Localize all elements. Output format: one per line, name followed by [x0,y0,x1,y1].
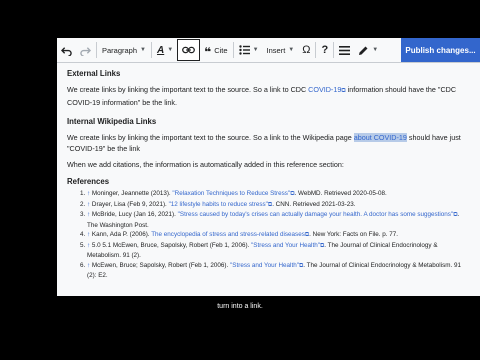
article-content: External Links We create links by linkin… [67,68,471,281]
chevron-down-icon: ▼ [140,47,146,53]
pencil-icon [359,46,368,55]
quote-icon: ❝ [204,44,212,59]
reference-item: ↑ Moninger, Jeannette (2013). "Relaxatio… [87,189,471,200]
reference-item: ↑ McBride, Lucy (Jan 16, 2021). "Stress … [87,210,471,230]
insert-label: Insert [266,45,286,55]
paragraph-label: Paragraph [102,45,138,55]
text-style-dropdown[interactable]: A ▼ [153,38,177,62]
reference-details: . New York: Facts on File. p. 77. [309,231,399,238]
page-options-button[interactable] [335,38,354,62]
reference-author: Moninger, Jeannette (2013). [91,190,173,197]
reference-author: McEwen, Bruce; Sapolsky, Robert (Feb 1, … [91,261,231,269]
reference-item: ↑ McEwen, Bruce; Sapolsky, Robert (Feb 1… [87,261,471,281]
link-button[interactable] [177,39,201,61]
paragraph-citations: When we add citations, the information i… [67,160,344,169]
reference-title-link[interactable]: "Stress and Your Health" [251,242,320,249]
covid-wiki-link[interactable]: about COVID-19 [354,133,407,142]
undo-button[interactable] [57,38,76,62]
heading-external-links: External Links [67,69,121,78]
references-list: ↑ Moninger, Jeannette (2013). "Relaxatio… [67,189,471,281]
redo-button[interactable] [76,38,95,62]
chevron-down-icon: ▼ [372,47,379,53]
toolbar-divider [150,42,152,58]
cite-button[interactable]: ❝ Cite [200,38,231,62]
backlink-arrow[interactable]: ↑ [87,231,90,238]
chevron-down-icon: ▼ [167,47,174,53]
heading-references: References [67,177,110,186]
insert-dropdown[interactable]: Insert ▼ [263,38,299,62]
reference-title-link[interactable]: The encyclopedia of stress and stress-re… [151,231,305,238]
link-icon [182,46,196,54]
reference-author: Kann, Ada P. (2006). [91,231,152,238]
heading-internal-links: Internal Wikipedia Links [67,117,157,126]
backlink-arrow[interactable]: ↑ [87,262,90,269]
paragraph-text: We create links by linking the important… [67,85,309,94]
backlink-arrow[interactable]: ↑ [87,201,90,208]
paragraph-internal: We create links by linking the important… [67,132,471,154]
toolbar-divider [333,42,335,58]
paragraph-external: We create links by linking the important… [67,84,471,108]
editor-window: Paragraph ▼ A ▼ ❝ Cite ▼ Insert ▼ Ω ? ▼ … [57,38,480,296]
text-style-icon: A [156,44,165,56]
paragraph-dropdown[interactable]: Paragraph ▼ [98,38,150,62]
editor-toolbar: Paragraph ▼ A ▼ ❝ Cite ▼ Insert ▼ Ω ? ▼ … [57,38,480,63]
toolbar-divider [96,42,97,58]
reference-author: 5.0 5.1 McEwen, Bruce, Sapolsky, Robert … [91,241,252,249]
reference-item: ↑ Kann, Ada P. (2006). The encyclopedia … [87,230,471,241]
chevron-down-icon: ▼ [252,47,259,53]
video-caption: turn into a link. [217,303,263,310]
reference-title-link[interactable]: "12 lifestyle habits to reduce stress" [169,201,268,208]
backlink-arrow[interactable]: ↑ [87,242,90,249]
edit-mode-dropdown[interactable]: ▼ [354,38,382,62]
special-character-button[interactable]: Ω [298,38,314,62]
reference-title-link[interactable]: "Stress and Your Health" [230,262,299,269]
redo-icon [80,46,91,56]
paragraph-text: We create links by linking the important… [67,133,354,142]
chevron-down-icon: ▼ [288,47,295,53]
reference-title-link[interactable]: "Relaxation Techniques to Reduce Stress" [172,190,290,197]
undo-icon [61,46,72,56]
reference-author: Drayer, Lisa (Feb 9, 2021). [91,200,169,208]
covid-external-link[interactable]: COVID-19 [308,85,341,94]
help-button[interactable]: ? [317,38,332,62]
reference-item: ↑ 5.0 5.1 McEwen, Bruce, Sapolsky, Rober… [87,241,471,261]
toolbar-divider [315,42,317,58]
omega-icon: Ω [302,44,311,56]
menu-icon [339,45,351,55]
backlink-arrow[interactable]: ↑ [87,211,90,218]
cite-label: Cite [214,45,228,55]
toolbar-divider [232,42,234,58]
reference-details: . WebMD. Retrieved 2020-05-08. [294,190,387,197]
help-icon: ? [321,44,329,56]
reference-item: ↑ Drayer, Lisa (Feb 9, 2021). "12 lifest… [87,200,471,211]
reference-details: . CNN. Retrieved 2021-03-23. [272,200,356,208]
reference-author: McBride, Lucy (Jan 16, 2021). [91,211,178,218]
selected-text[interactable]: about COVID-19 [353,133,407,142]
bullet-list-icon [238,45,250,55]
reference-title-link[interactable]: "Stress caused by today's crises can act… [178,211,454,218]
backlink-arrow[interactable]: ↑ [87,190,90,197]
list-dropdown[interactable]: ▼ [235,38,263,62]
publish-button[interactable]: Publish changes... [401,38,480,62]
